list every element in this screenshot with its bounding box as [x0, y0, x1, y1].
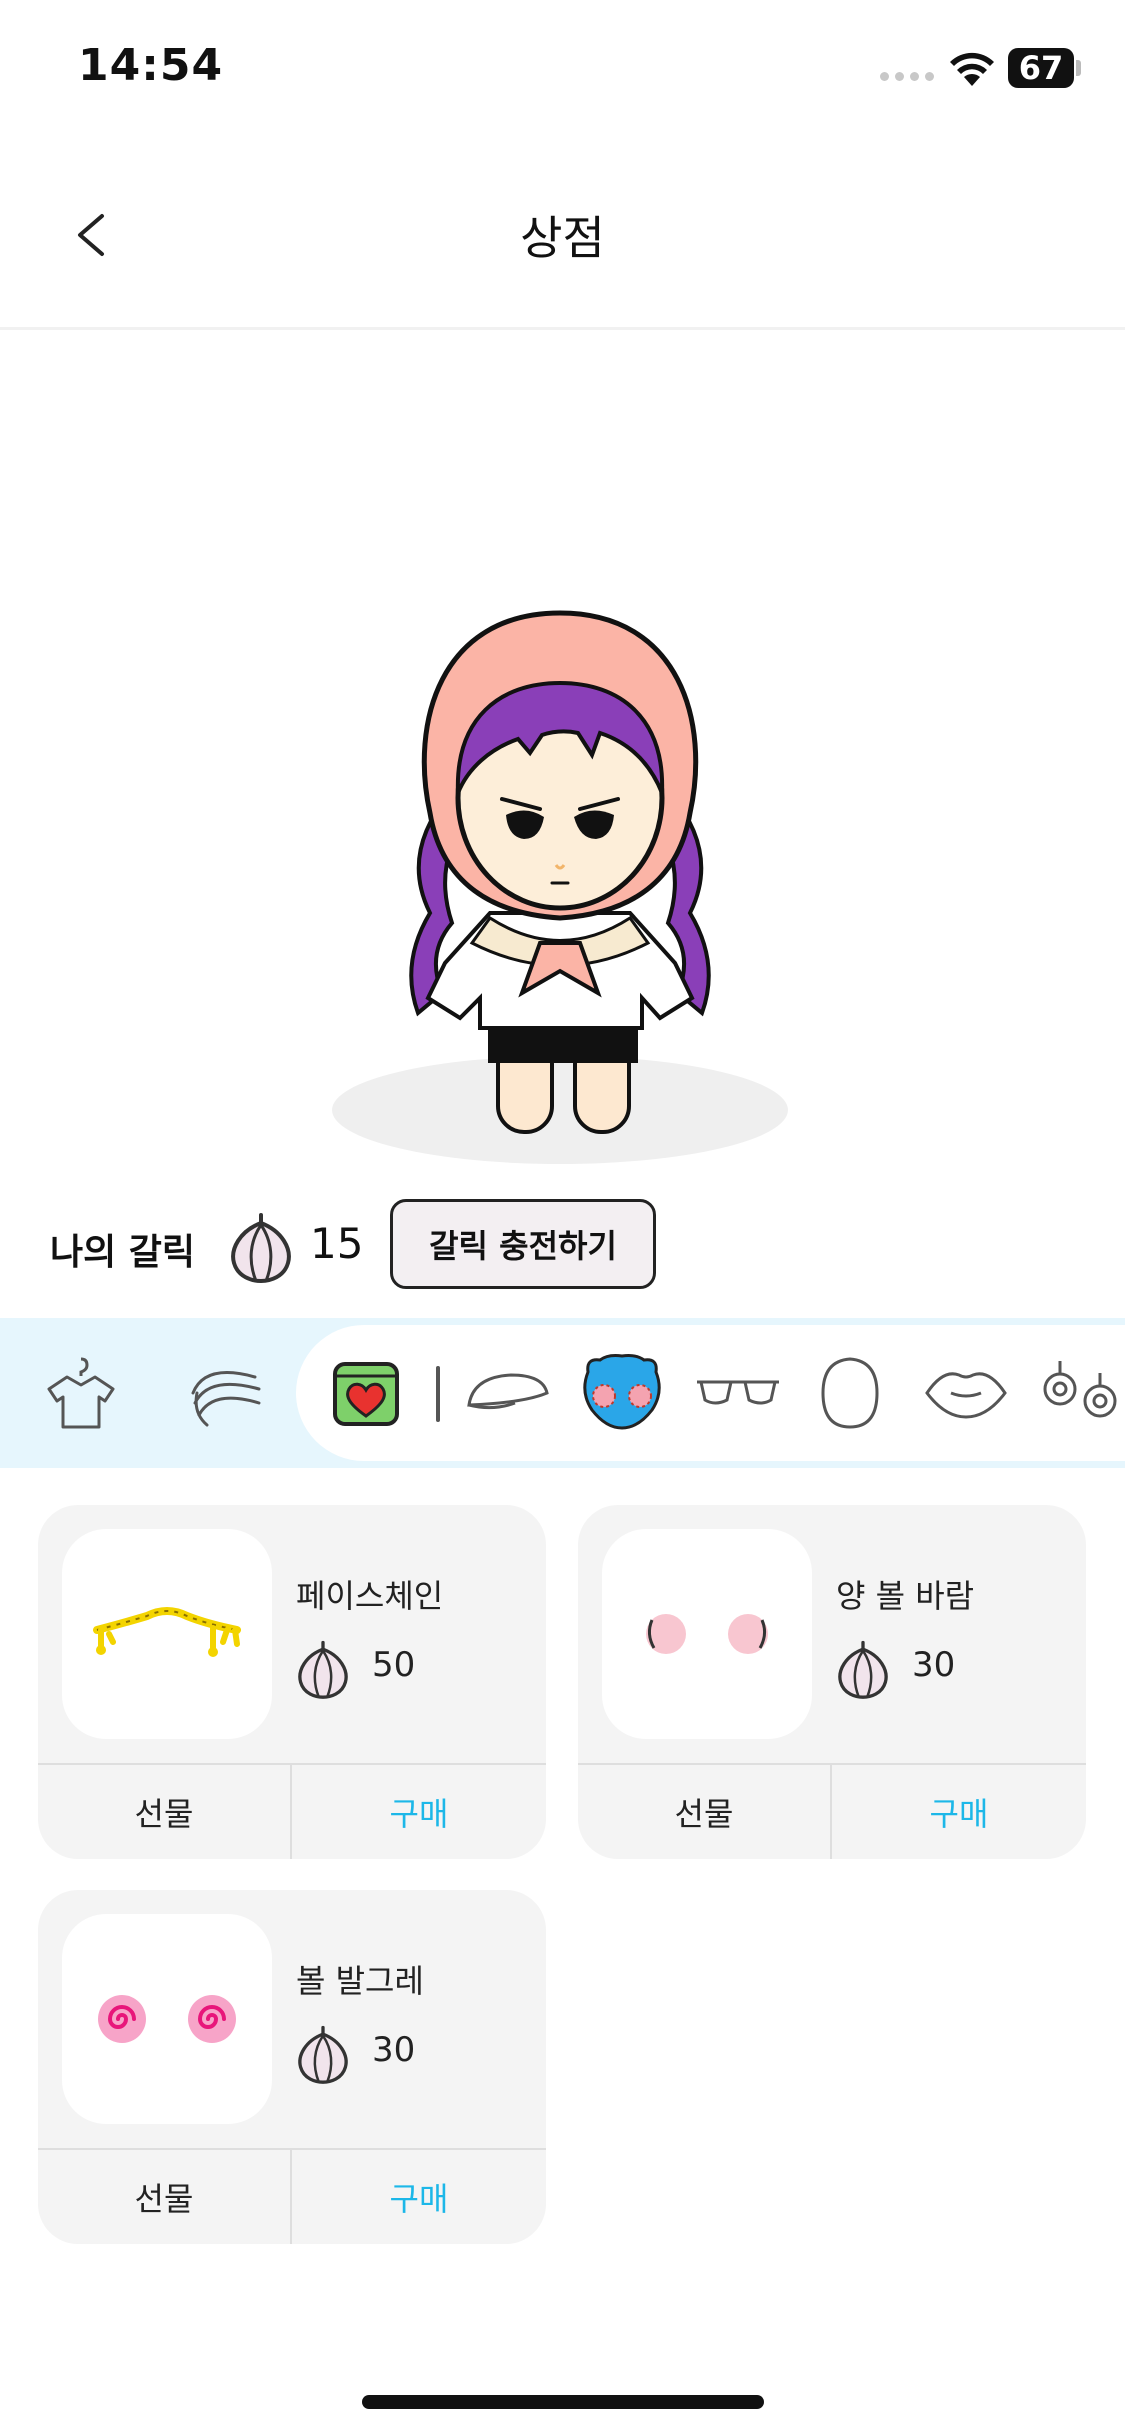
product-actions: 선물 구매 [578, 1763, 1086, 1859]
tab-clothes[interactable] [36, 1348, 126, 1438]
cap-icon [467, 1373, 549, 1410]
earrings-icon [1043, 1361, 1116, 1418]
navigation-bar: 상점 [0, 140, 1125, 330]
product-actions: 선물 구매 [38, 2148, 546, 2244]
product-actions: 선물 구매 [38, 1763, 546, 1859]
tab-earrings[interactable] [1032, 1348, 1125, 1438]
face-shape-icon [821, 1357, 879, 1429]
product-price: 30 [372, 2030, 416, 2070]
battery-tip [1076, 60, 1081, 76]
status-bar: 14:54 67 [0, 0, 1125, 140]
gift-button[interactable]: 선물 [38, 1765, 292, 1859]
status-time: 14:54 [78, 40, 224, 91]
blush-face-icon [583, 1354, 661, 1430]
tab-face[interactable] [808, 1348, 892, 1438]
garlic-icon [838, 1640, 888, 1699]
battery-indicator: 67 [1008, 48, 1074, 88]
cellular-signal-icon [880, 72, 934, 81]
gift-button[interactable]: 선물 [38, 2150, 292, 2244]
my-garlic-label: 나의 갈릭 [50, 1232, 196, 1273]
tab-cheek[interactable] [576, 1342, 668, 1442]
product-card: 양 볼 바람 30 선물 구매 [578, 1505, 1086, 1859]
tab-hat[interactable] [460, 1348, 556, 1438]
product-name: 볼 발그레 [296, 1962, 424, 2000]
wifi-icon [950, 52, 994, 86]
swirl-blush-icon [98, 1995, 236, 2043]
category-divider [436, 1366, 440, 1422]
garlic-icon [231, 1213, 291, 1283]
product-price: 30 [912, 1645, 956, 1685]
avatar-preview [0, 333, 1125, 1173]
buy-button[interactable]: 구매 [292, 2150, 546, 2244]
page-title: 상점 [520, 211, 605, 265]
garlic-balance-row: 나의 갈릭 15 갈릭 충전하기 [0, 1195, 1125, 1295]
product-thumbnail [602, 1529, 812, 1739]
buy-button[interactable]: 구매 [292, 1765, 546, 1859]
garlic-icon [298, 2025, 348, 2084]
hair-icon [191, 1371, 261, 1427]
glasses-icon [697, 1380, 779, 1405]
tab-hair[interactable] [180, 1348, 270, 1438]
buy-button[interactable]: 구매 [832, 1765, 1086, 1859]
tab-glasses[interactable] [690, 1348, 786, 1438]
charge-garlic-button[interactable]: 갈릭 충전하기 [390, 1199, 656, 1289]
heart-box-icon [333, 1362, 399, 1426]
puffed-cheeks-icon [646, 1614, 768, 1654]
product-name: 양 볼 바람 [836, 1577, 975, 1615]
product-thumbnail [62, 1529, 272, 1739]
hanger-shirt-icon [47, 1357, 115, 1429]
product-card: 페이스체인 50 선물 구매 [38, 1505, 546, 1859]
product-price: 50 [372, 1645, 416, 1685]
product-thumbnail [62, 1914, 272, 2124]
face-chain-icon [93, 1607, 241, 1657]
tab-lips[interactable] [918, 1348, 1014, 1438]
gift-button[interactable]: 선물 [578, 1765, 832, 1859]
lips-icon [925, 1372, 1007, 1419]
avatar-character [332, 610, 788, 1164]
garlic-icon [298, 1640, 348, 1699]
home-indicator[interactable] [362, 2395, 764, 2409]
product-name: 페이스체인 [296, 1577, 444, 1615]
category-tab-bar [0, 1318, 1125, 1468]
product-card: 볼 발그레 30 선물 구매 [38, 1890, 546, 2244]
tab-featured[interactable] [328, 1348, 404, 1438]
garlic-count: 15 [310, 1219, 364, 1268]
